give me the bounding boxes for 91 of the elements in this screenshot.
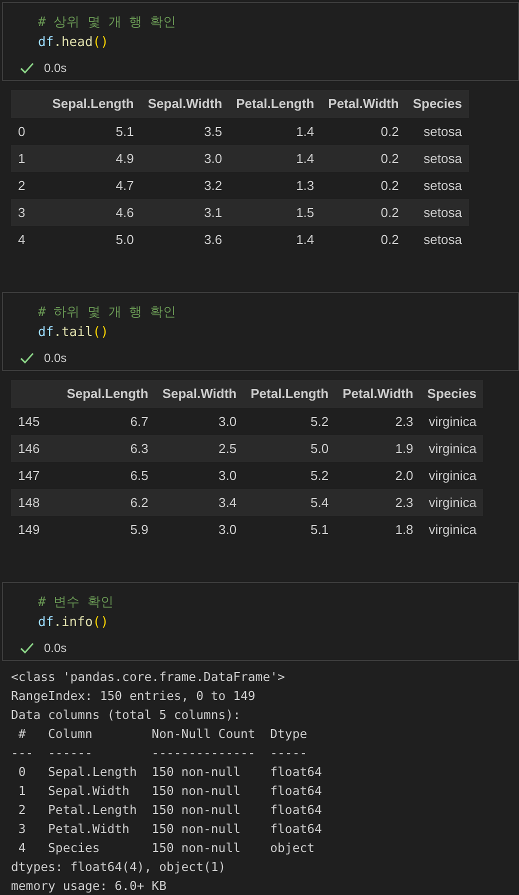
table-cell: 3.0 (155, 408, 244, 435)
table-cell: virginica (420, 408, 484, 435)
output-line: 2 Petal.Length 150 non-null float64 (17, 802, 322, 819)
table-cell: 5.2 (244, 408, 336, 435)
table-cell: 4.9 (45, 145, 141, 172)
table-cell: 3.0 (155, 516, 244, 543)
code-line: df.head() (38, 34, 108, 52)
table-cell: 1.5 (229, 199, 322, 226)
table-cell: 3.0 (155, 462, 244, 489)
column-header: Petal.Width (336, 380, 420, 408)
column-header: Sepal.Length (60, 380, 156, 408)
table-cell: 5.4 (244, 489, 336, 516)
row-index: 146 (11, 435, 60, 462)
table-cell: 1.3 (229, 172, 322, 199)
table-cell: 0.2 (321, 145, 406, 172)
table-cell: 2.3 (336, 489, 420, 516)
code-line: df.tail() (38, 324, 108, 342)
table-cell: 3.2 (140, 172, 230, 199)
column-header: Sepal.Width (155, 380, 244, 408)
table-cell: 6.3 (60, 435, 156, 462)
row-index: 4 (11, 226, 46, 253)
table-cell: 1.9 (336, 435, 420, 462)
column-header: Species (406, 90, 469, 118)
table-cell: 3.1 (140, 199, 230, 226)
output-line: Data columns (total 5 columns): (11, 707, 241, 724)
table-cell: 4.7 (45, 172, 141, 199)
table-cell: 3.5 (140, 118, 230, 145)
table-cell: 6.7 (60, 408, 156, 435)
table-cell: virginica (420, 516, 484, 543)
output-line: memory usage: 6.0+ KB (11, 878, 166, 895)
execution-time: 0.0s (44, 640, 67, 657)
output-line: dtypes: float64(4), object(1) (11, 859, 226, 876)
column-header: Petal.Length (229, 90, 322, 118)
output-line: # Column Non-Null Count Dtype (17, 726, 308, 743)
table-cell: 5.0 (244, 435, 336, 462)
table-cell: 5.1 (45, 118, 141, 145)
table-cell: 6.2 (60, 489, 156, 516)
table-cell: 3.6 (140, 226, 230, 253)
table-cell: 1.4 (229, 145, 322, 172)
table-cell: 1.4 (229, 118, 322, 145)
output-line: 3 Petal.Width 150 non-null float64 (17, 821, 322, 838)
table-cell: 0.2 (321, 118, 406, 145)
code-line: df.info() (38, 614, 108, 632)
table-cell: setosa (406, 145, 469, 172)
table-cell: 0.2 (321, 226, 406, 253)
row-index: 148 (11, 489, 60, 516)
table-cell: 3.0 (140, 145, 230, 172)
table-cell: 6.5 (60, 462, 156, 489)
table-cell: 2.5 (155, 435, 244, 462)
table-cell: 4.6 (45, 199, 141, 226)
execution-time: 0.0s (44, 350, 67, 367)
row-index: 0 (11, 118, 46, 145)
column-header: Petal.Length (244, 380, 336, 408)
table-cell: 0.2 (321, 172, 406, 199)
row-index: 147 (11, 462, 60, 489)
table-cell: setosa (406, 226, 469, 253)
code-comment: # 상위 몇 개 행 확인 (38, 14, 176, 32)
output-line: RangeIndex: 150 entries, 0 to 149 (11, 688, 256, 705)
code-comment: # 변수 확인 (38, 594, 114, 612)
column-header: Petal.Width (321, 90, 406, 118)
output-line: 4 Species 150 non-null object (17, 840, 315, 857)
column-header: Species (420, 380, 484, 408)
output-line: <class 'pandas.core.frame.DataFrame'> (11, 669, 285, 686)
code-comment: # 하위 몇 개 행 확인 (38, 304, 176, 322)
output-line: 0 Sepal.Length 150 non-null float64 (17, 764, 322, 781)
table-cell: 5.9 (60, 516, 156, 543)
table-cell: 5.0 (45, 226, 141, 253)
output-line: 1 Sepal.Width 150 non-null float64 (17, 783, 322, 800)
row-index: 149 (11, 516, 60, 543)
table-cell: 2.3 (336, 408, 420, 435)
table-cell: 1.4 (229, 226, 322, 253)
row-index: 145 (11, 408, 60, 435)
row-index: 2 (11, 172, 46, 199)
table-cell: virginica (420, 489, 484, 516)
column-header: Sepal.Length (45, 90, 141, 118)
table-cell: 0.2 (321, 199, 406, 226)
output-line: --- ------ -------------- ----- (11, 745, 308, 762)
table-cell: setosa (406, 118, 469, 145)
row-index: 3 (11, 199, 46, 226)
table-cell: setosa (406, 172, 469, 199)
table-cell: virginica (420, 462, 484, 489)
execution-time: 0.0s (44, 60, 67, 77)
table-cell: 1.8 (336, 516, 420, 543)
table-cell: virginica (420, 435, 484, 462)
row-index: 1 (11, 145, 46, 172)
column-header: Sepal.Width (140, 90, 230, 118)
table-cell: 5.1 (244, 516, 336, 543)
table-cell: 3.4 (155, 489, 244, 516)
table-cell: 5.2 (244, 462, 336, 489)
table-cell: 2.0 (336, 462, 420, 489)
table-cell: setosa (406, 199, 469, 226)
